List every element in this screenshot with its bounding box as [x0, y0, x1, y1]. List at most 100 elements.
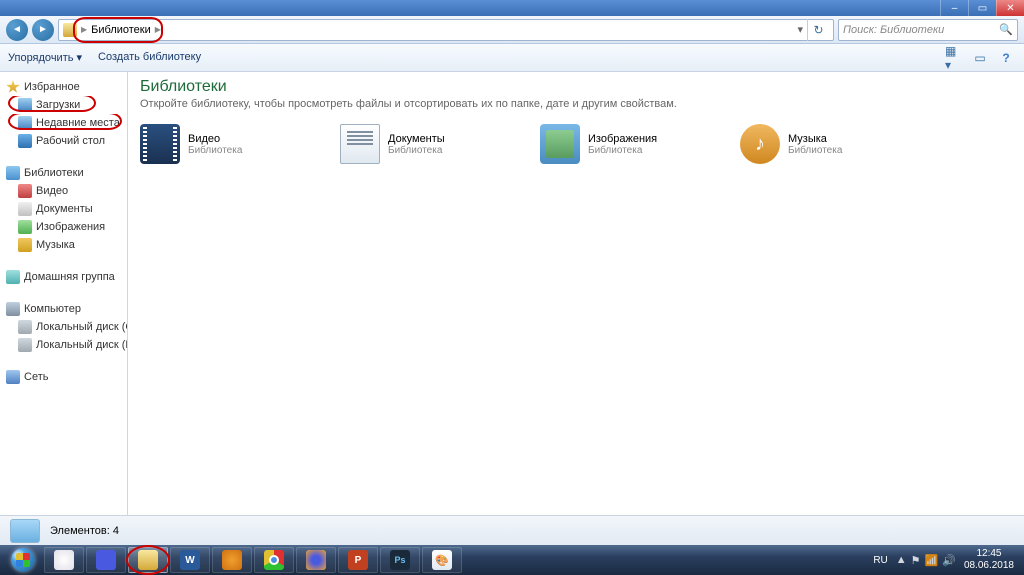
sidebar-documents[interactable]: Документы: [0, 200, 127, 218]
library-item-music[interactable]: МузыкаБиблиотека: [740, 124, 920, 164]
chevron-right-icon[interactable]: ▶: [81, 25, 87, 34]
search-input[interactable]: Поиск: Библиотеки 🔍: [838, 19, 1018, 41]
content-pane: Библиотеки Откройте библиотеку, чтобы пр…: [128, 72, 1024, 515]
documents-library-icon: [340, 124, 380, 164]
sidebar-drive-d[interactable]: Локальный диск (D: [0, 336, 127, 354]
clock-date: 08.06.2018: [964, 560, 1014, 572]
tray-network-icon[interactable]: 📶: [925, 554, 939, 567]
navigation-pane: Избранное Загрузки Недавние места Рабочи…: [0, 72, 128, 515]
powerpoint-icon: P: [348, 550, 368, 570]
sidebar-homegroup[interactable]: Домашняя группа: [0, 268, 127, 286]
language-indicator[interactable]: RU: [873, 555, 887, 566]
search-icon[interactable]: 🔍: [999, 23, 1013, 36]
status-bar: Элементов: 4: [0, 515, 1024, 545]
sidebar-computer[interactable]: Компьютер: [0, 300, 127, 318]
library-item-documents[interactable]: ДокументыБиблиотека: [340, 124, 520, 164]
tray-up-icon[interactable]: ▲: [896, 554, 907, 567]
taskbar-paint[interactable]: [422, 547, 462, 573]
star-icon: [6, 80, 20, 94]
library-item-images[interactable]: ИзображенияБиблиотека: [540, 124, 720, 164]
music-icon: [18, 238, 32, 252]
system-tray: RU ▲ ⚑ 📶 🔊 12:45 08.06.2018: [873, 548, 1020, 572]
word-icon: W: [180, 550, 200, 570]
mediaplayer-icon: [222, 550, 242, 570]
sidebar-images[interactable]: Изображения: [0, 218, 127, 236]
titlebar: – ▭ ✕: [0, 0, 1024, 16]
document-icon: [18, 202, 32, 216]
explorer-icon: [138, 550, 158, 570]
breadcrumb-label[interactable]: Библиотеки: [91, 24, 151, 36]
photoshop-icon: Ps: [390, 550, 410, 570]
image-icon: [18, 220, 32, 234]
tray-volume-icon[interactable]: 🔊: [942, 554, 956, 567]
video-icon: [18, 184, 32, 198]
windows-orb-icon: [11, 548, 35, 572]
taskbar-photoshop[interactable]: Ps: [380, 547, 420, 573]
computer-icon: [6, 302, 20, 316]
taskbar-word[interactable]: W: [170, 547, 210, 573]
chrome-icon: [264, 550, 284, 570]
taskbar-powerpoint[interactable]: P: [338, 547, 378, 573]
taskbar: W P Ps RU ▲ ⚑ 📶 🔊 12:45 08.06.2018: [0, 545, 1024, 575]
mic-icon: [96, 550, 116, 570]
sidebar-libraries[interactable]: Библиотеки: [0, 164, 127, 182]
preview-pane-button[interactable]: ▭: [970, 50, 990, 66]
help-button[interactable]: ?: [996, 50, 1016, 66]
firefox-icon: [306, 550, 326, 570]
clock[interactable]: 12:45 08.06.2018: [964, 548, 1014, 572]
clock-time: 12:45: [964, 548, 1014, 560]
taskbar-mic[interactable]: [86, 547, 126, 573]
search-placeholder: Поиск: Библиотеки: [843, 24, 944, 36]
nav-forward-button[interactable]: ►: [32, 19, 54, 41]
taskbar-chrome[interactable]: [254, 547, 294, 573]
library-item-video[interactable]: ВидеоБиблиотека: [140, 124, 320, 164]
view-button[interactable]: ▦ ▾: [944, 50, 964, 66]
homegroup-icon: [6, 270, 20, 284]
address-bar: ◄ ► ▶ Библиотеки ▶ ▾ ↻ Поиск: Библиотеки…: [0, 16, 1024, 44]
recent-icon: [18, 116, 32, 130]
libraries-icon: [63, 23, 77, 37]
minimize-button[interactable]: –: [940, 0, 968, 16]
desktop-icon: [18, 134, 32, 148]
page-subtitle: Откройте библиотеку, чтобы просмотреть ф…: [140, 98, 1012, 110]
sidebar-drive-c[interactable]: Локальный диск (C: [0, 318, 127, 336]
command-bar: Упорядочить ▾ Создать библиотеку ▦ ▾ ▭ ?: [0, 44, 1024, 72]
sidebar-network[interactable]: Сеть: [0, 368, 127, 386]
sidebar-desktop[interactable]: Рабочий стол: [0, 132, 127, 150]
libraries-icon: [6, 166, 20, 180]
refresh-button[interactable]: ↻: [807, 19, 829, 41]
start-button[interactable]: [4, 547, 42, 573]
taskbar-yandex[interactable]: [44, 547, 84, 573]
nav-back-button[interactable]: ◄: [6, 19, 28, 41]
video-library-icon: [140, 124, 180, 164]
app-icon: [54, 550, 74, 570]
breadcrumb[interactable]: ▶ Библиотеки ▶ ▾ ↻: [58, 19, 834, 41]
sidebar-favorites[interactable]: Избранное: [0, 78, 127, 96]
page-title: Библиотеки: [140, 78, 1012, 96]
images-library-icon: [540, 124, 580, 164]
close-button[interactable]: ✕: [996, 0, 1024, 16]
taskbar-mediaplayer[interactable]: [212, 547, 252, 573]
sidebar-video[interactable]: Видео: [0, 182, 127, 200]
taskbar-firefox[interactable]: [296, 547, 336, 573]
item-count: Элементов: 4: [50, 525, 119, 537]
tray-flag-icon[interactable]: ⚑: [911, 554, 921, 567]
selection-thumbnail-icon: [10, 519, 40, 543]
sidebar-recent[interactable]: Недавние места: [0, 114, 127, 132]
download-icon: [18, 98, 32, 112]
taskbar-explorer[interactable]: [128, 547, 168, 573]
drive-icon: [18, 338, 32, 352]
library-items: ВидеоБиблиотека ДокументыБиблиотека Изоб…: [140, 124, 1012, 164]
window-controls: – ▭ ✕: [940, 0, 1024, 16]
maximize-button[interactable]: ▭: [968, 0, 996, 16]
paint-icon: [432, 550, 452, 570]
drive-icon: [18, 320, 32, 334]
new-library-button[interactable]: Создать библиотеку: [98, 51, 201, 64]
breadcrumb-dropdown[interactable]: ▾: [797, 23, 803, 36]
network-icon: [6, 370, 20, 384]
sidebar-music[interactable]: Музыка: [0, 236, 127, 254]
sidebar-downloads[interactable]: Загрузки: [0, 96, 127, 114]
chevron-right-icon[interactable]: ▶: [155, 25, 161, 34]
organize-button[interactable]: Упорядочить ▾: [8, 51, 82, 64]
music-library-icon: [740, 124, 780, 164]
